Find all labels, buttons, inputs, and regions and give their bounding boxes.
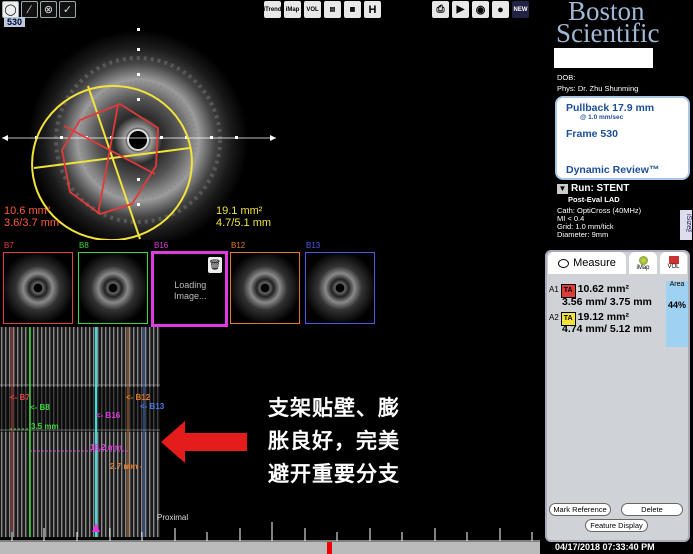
print-icon[interactable]: ⎙ xyxy=(432,1,449,18)
grid-view-icon[interactable]: ▦ xyxy=(344,1,361,18)
lumen-area: 10.6 mm² xyxy=(4,205,51,217)
bookmark-thumb-b13[interactable] xyxy=(305,252,375,324)
view-toolbar: iTrend iMap VOL ▤ ▦ H xyxy=(264,1,381,18)
annotation-line-1: 支架贴壁、膨 xyxy=(268,396,400,420)
physician-label: Phys: Dr. Zhu Shunming xyxy=(557,84,639,93)
frame-number: Frame 530 xyxy=(566,128,618,140)
pullback-length: Pullback 17.9 mm xyxy=(566,102,655,114)
vol-tab-icon xyxy=(668,256,679,264)
feature-display-button[interactable]: Feature Display xyxy=(585,519,648,532)
tab-measure[interactable]: Measure xyxy=(548,252,626,274)
catheter xyxy=(127,129,149,151)
dob-label: DOB: xyxy=(557,73,576,82)
vessel-diameter: 4.7/5.1 mm xyxy=(216,217,272,229)
timeline-scrollbar[interactable] xyxy=(0,542,540,554)
area-stenosis: Area 44% xyxy=(666,281,688,347)
longitudinal-view[interactable] xyxy=(0,327,160,537)
bookmark-thumb-b8[interactable] xyxy=(78,252,148,324)
loading-text: Loading Image... xyxy=(174,280,207,301)
circle-tool-icon[interactable]: ◯ xyxy=(2,1,19,18)
measurement-a1-diameter: 3.56 mm/ 3.75 mm xyxy=(562,296,652,308)
lumen-measurement: 10.6 mm² 3.6/3.7 mm xyxy=(4,205,59,229)
marker-b7: <- B7 xyxy=(10,393,30,402)
bookmark-label-b16: B16 xyxy=(154,241,169,250)
bookmark-thumb-b7[interactable] xyxy=(3,252,73,324)
crosshair-tool-icon[interactable]: ⊗ xyxy=(40,1,57,18)
lumen-diameter: 3.6/3.7 mm xyxy=(4,217,60,229)
length-18-2mm: 18.2 mm xyxy=(90,443,123,452)
annotation-line-2: 胀良好，完美 xyxy=(268,429,400,453)
run-subtitle: Post-Eval LAD xyxy=(568,195,620,204)
bookmark-label-b13: B13 xyxy=(306,241,321,250)
chevron-down-icon[interactable]: ▼ xyxy=(557,184,568,194)
marker-b13: <- B13 xyxy=(140,402,165,411)
measure-icon xyxy=(558,258,570,268)
delete-button[interactable]: Delete xyxy=(621,503,683,516)
length-2-7mm: 2.7 mm xyxy=(110,462,138,471)
marker-b12: <- B12 xyxy=(126,393,151,402)
bookmark-label-b8: B8 xyxy=(79,241,89,250)
diameter-info: Diameter: 9mm xyxy=(557,230,609,239)
vol-icon[interactable]: VOL xyxy=(304,1,321,18)
datetime: 04/17/2018 07:33:40 PM xyxy=(555,542,655,552)
export-icon[interactable]: ▶ xyxy=(452,1,469,18)
new-icon[interactable]: NEW xyxy=(512,1,529,18)
mark-reference-button[interactable]: Mark Reference xyxy=(549,503,611,516)
bookmark-label-b12: B12 xyxy=(231,241,246,250)
long-view-icon[interactable]: H xyxy=(364,1,381,18)
marker-b8: <- B8 xyxy=(30,403,50,412)
check-tool-icon[interactable]: ✓ xyxy=(59,1,76,18)
tab-vol[interactable]: VOL xyxy=(660,252,687,274)
split-view-icon[interactable]: ▤ xyxy=(324,1,341,18)
timeline-cursor[interactable] xyxy=(327,542,332,554)
measurement-a2-diameter: 4.74 mm/ 5.12 mm xyxy=(562,323,652,335)
bookmark-label-b7: B7 xyxy=(4,241,14,250)
run-title[interactable]: ▼ Run: STENT xyxy=(557,183,629,194)
annotation-line-3: 避开重要分支 xyxy=(268,462,400,486)
length-3-5mm: 3.5 mm xyxy=(31,422,59,431)
review-mode: Dynamic Review™ xyxy=(566,164,660,176)
pullback-speed: @ 1.0 mm/sec xyxy=(580,114,624,121)
disc-icon[interactable]: ◉ xyxy=(472,1,489,18)
left-toolbar: ◯ ∕ ⊗ ✓ xyxy=(2,1,76,18)
patient-name-field xyxy=(554,48,653,68)
iTrend-icon[interactable]: iTrend xyxy=(264,1,282,18)
bookmark-thumb-b16[interactable]: Loading Image... 🗑 xyxy=(151,251,228,327)
pullback-ruler xyxy=(0,522,540,542)
line-tool-icon[interactable]: ∕ xyxy=(21,1,38,18)
trash-icon[interactable]: 🗑 xyxy=(208,257,222,273)
imap-icon xyxy=(638,255,648,265)
bookmark-thumb-b12[interactable] xyxy=(230,252,300,324)
red-arrow-icon xyxy=(161,421,247,463)
record-icon[interactable]: ● xyxy=(492,1,509,18)
vessel-measurement: 19.1 mm² 4.7/5.1 mm xyxy=(216,205,271,229)
iMap-icon[interactable]: iMap xyxy=(284,1,301,18)
pullback-info-box: Pullback 17.9 mm @ 1.0 mm/sec Frame 530 … xyxy=(555,96,690,180)
tab-imap[interactable]: iMap xyxy=(629,252,657,274)
action-toolbar: ⎙ ▶ ◉ ● NEW xyxy=(432,1,529,18)
marker-b16: <- B16 xyxy=(96,411,121,420)
vessel-area: 19.1 mm² xyxy=(216,205,263,217)
isize-button[interactable]: iSize™ xyxy=(680,210,692,240)
brand-logo: Boston Scientific xyxy=(556,0,660,48)
